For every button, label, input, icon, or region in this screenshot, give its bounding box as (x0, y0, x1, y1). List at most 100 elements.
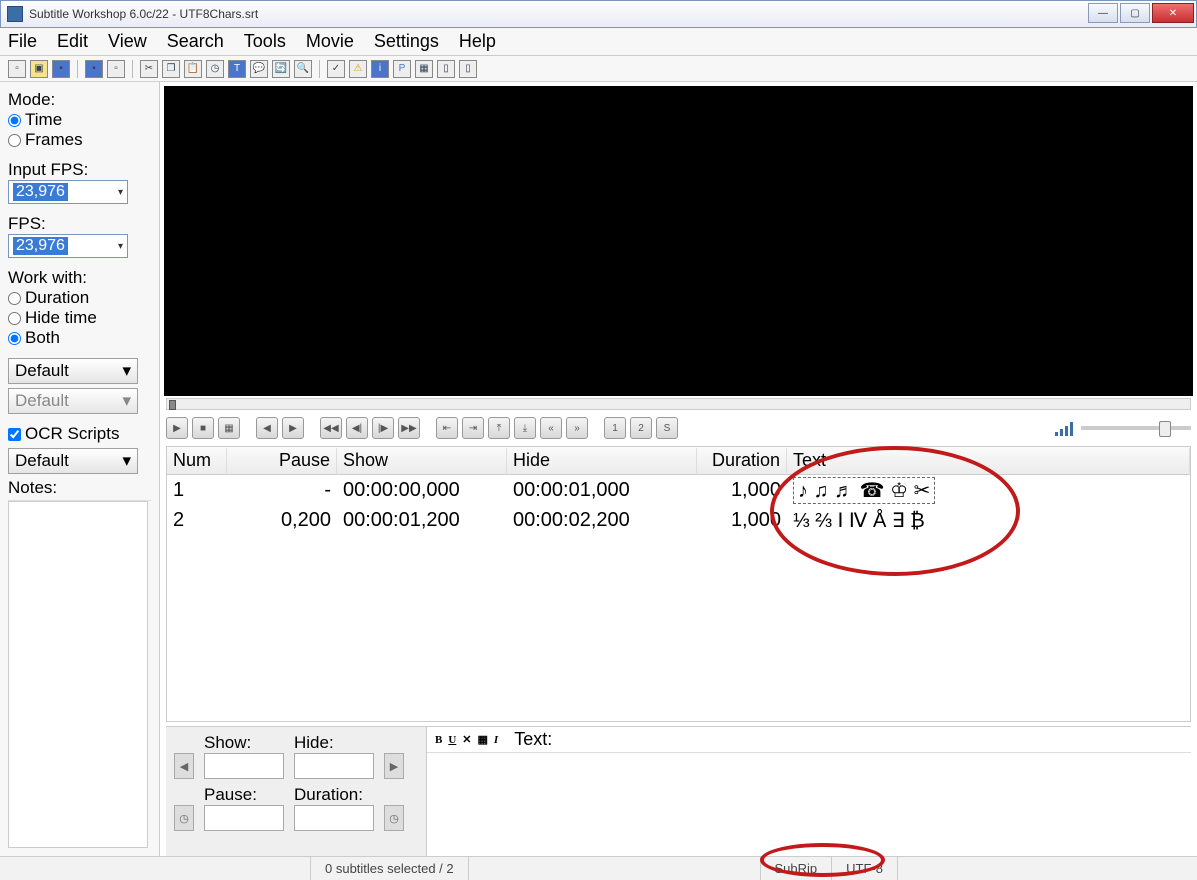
video-preview[interactable] (164, 86, 1193, 396)
menu-movie[interactable]: Movie (306, 31, 354, 52)
work-hide-radio[interactable] (8, 312, 21, 325)
clock-icon[interactable]: ◷ (206, 60, 224, 78)
side-panel: Mode: Time Frames Input FPS: 23,976▾ FPS… (0, 82, 160, 856)
show-input[interactable] (204, 753, 284, 779)
charset-dropdown-1[interactable]: Default▾ (8, 358, 138, 384)
charset-dropdown-2[interactable]: Default▾ (8, 388, 138, 414)
ffwd-button[interactable]: ▶▶ (398, 417, 420, 439)
work-duration-radio[interactable] (8, 292, 21, 305)
work-both-radio[interactable] (8, 332, 21, 345)
maximize-button[interactable]: ▢ (1120, 3, 1150, 23)
search-icon[interactable]: 🔍 (294, 60, 312, 78)
color-button[interactable]: ▦ (478, 733, 488, 746)
open-icon[interactable]: ▣ (30, 60, 48, 78)
col-hide[interactable]: Hide (507, 448, 697, 473)
duration-input[interactable] (294, 805, 374, 831)
ocr-scripts-check[interactable] (8, 428, 21, 441)
menu-edit[interactable]: Edit (57, 31, 88, 52)
input-fps-label: Input FPS: (8, 160, 151, 180)
shift-right-button[interactable]: » (566, 417, 588, 439)
paste-icon[interactable]: 📋 (184, 60, 202, 78)
col-text[interactable]: Text (787, 448, 1190, 473)
clock-icon[interactable]: ◷ (384, 805, 404, 831)
status-selection: 0 subtitles selected / 2 (310, 857, 468, 880)
doc2-icon[interactable]: ▯ (459, 60, 477, 78)
mode-time-radio[interactable] (8, 114, 21, 127)
play-button[interactable]: ▶ (166, 417, 188, 439)
strike-button[interactable]: ✕ (462, 733, 471, 746)
pascal-icon[interactable]: P (393, 60, 411, 78)
volume-slider[interactable] (1081, 426, 1191, 430)
menu-settings[interactable]: Settings (374, 31, 439, 52)
work-both-label: Both (25, 328, 60, 348)
col-pause[interactable]: Pause (227, 448, 337, 473)
ocr-dropdown[interactable]: Default▾ (8, 448, 138, 474)
view-button[interactable]: ▦ (218, 417, 240, 439)
sync2-button[interactable]: 2 (630, 417, 652, 439)
clock-icon[interactable]: ◷ (174, 805, 194, 831)
col-num[interactable]: Num (167, 448, 227, 473)
spellcheck-icon[interactable]: ✓ (327, 60, 345, 78)
mode-frames-radio[interactable] (8, 134, 21, 147)
menu-help[interactable]: Help (459, 31, 496, 52)
menu-view[interactable]: View (108, 31, 147, 52)
set-start-button[interactable]: ⤒ (488, 417, 510, 439)
seek-bar[interactable] (166, 398, 1191, 410)
menu-file[interactable]: File (8, 31, 37, 52)
save-icon[interactable]: ▪ (52, 60, 70, 78)
set-end-button[interactable]: ⤓ (514, 417, 536, 439)
col-duration[interactable]: Duration (697, 448, 787, 473)
subtitle-text-input[interactable] (427, 753, 1191, 856)
underline-button[interactable]: U (448, 734, 456, 746)
editor-panel: ◀ Show: Hide: ▶ ◷ Pause: Duration: ◷ B U… (166, 726, 1191, 856)
new-icon[interactable]: ▫ (8, 60, 26, 78)
grid-header: Num Pause Show Hide Duration Text (167, 447, 1190, 475)
fwd-button[interactable]: |▶ (372, 417, 394, 439)
cut-icon[interactable]: ✂ (140, 60, 158, 78)
app-icon (7, 6, 23, 22)
rewind-button[interactable]: ◀◀ (320, 417, 342, 439)
pause-input[interactable] (204, 805, 284, 831)
pause-label: Pause: (204, 785, 284, 805)
warning-icon[interactable]: ⚠ (349, 60, 367, 78)
table-row[interactable]: 1 - 00:00:00,000 00:00:01,000 1,000 ♪ ♫ … (167, 475, 1190, 505)
translate-icon[interactable]: 🔄 (272, 60, 290, 78)
show-label: Show: (204, 733, 284, 753)
italic-button[interactable]: I (494, 734, 498, 746)
mark-in-button[interactable]: ⇤ (436, 417, 458, 439)
notes-textarea[interactable] (8, 501, 148, 848)
bold-button[interactable]: B (435, 734, 442, 746)
table-row[interactable]: 2 0,200 00:00:01,200 00:00:02,200 1,000 … (167, 505, 1190, 535)
next-sub-button[interactable]: ▶ (282, 417, 304, 439)
menu-bar: File Edit View Search Tools Movie Settin… (0, 28, 1197, 56)
shift-left-button[interactable]: « (540, 417, 562, 439)
input-fps-select[interactable]: 23,976▾ (8, 180, 128, 204)
time-nudge-right-icon[interactable]: ▶ (384, 753, 404, 779)
video-icon[interactable]: ▦ (415, 60, 433, 78)
speech-icon[interactable]: 💬 (250, 60, 268, 78)
doc-icon[interactable]: ▯ (437, 60, 455, 78)
fps-select[interactable]: 23,976▾ (8, 234, 128, 258)
menu-tools[interactable]: Tools (244, 31, 286, 52)
subtitle-grid[interactable]: Num Pause Show Hide Duration Text 1 - 00… (166, 446, 1191, 722)
mark-out-button[interactable]: ⇥ (462, 417, 484, 439)
minimize-button[interactable]: — (1088, 3, 1118, 23)
time-nudge-left-icon[interactable]: ◀ (174, 753, 194, 779)
prev-sub-button[interactable]: ◀ (256, 417, 278, 439)
sync-s-button[interactable]: S (656, 417, 678, 439)
tool-icon[interactable]: ▫ (107, 60, 125, 78)
toolbar: ▫ ▣ ▪ ▪ ▫ ✂ ❐ 📋 ◷ T 💬 🔄 🔍 ✓ ⚠ i P ▦ ▯ ▯ (0, 56, 1197, 82)
col-show[interactable]: Show (337, 448, 507, 473)
sync1-button[interactable]: 1 (604, 417, 626, 439)
close-button[interactable]: ✕ (1152, 3, 1194, 23)
text-icon[interactable]: T (228, 60, 246, 78)
info-icon[interactable]: i (371, 60, 389, 78)
ocr-scripts-label: OCR Scripts (25, 424, 119, 444)
copy-icon[interactable]: ❐ (162, 60, 180, 78)
back-button[interactable]: ◀| (346, 417, 368, 439)
tool-icon[interactable]: ▪ (85, 60, 103, 78)
work-duration-label: Duration (25, 288, 89, 308)
stop-button[interactable]: ■ (192, 417, 214, 439)
menu-search[interactable]: Search (167, 31, 224, 52)
hide-input[interactable] (294, 753, 374, 779)
